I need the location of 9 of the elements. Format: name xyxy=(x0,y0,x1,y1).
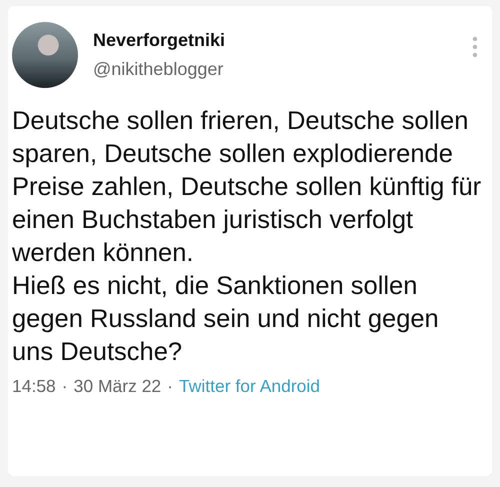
tweet-text: Deutsche sollen frieren, Deutsche sollen sparen, Deutsche sollen explodierende Preise zahlen, Deutsche sollen künftig für einen Buchstaben juristisch verfolgt werden können. xyxy=(12,106,482,269)
separator: · xyxy=(62,376,68,397)
author-name[interactable]: Neverforgetniki xyxy=(93,30,472,51)
tweet-date: 30 März 22 xyxy=(74,376,162,397)
source-link[interactable]: Twitter for Android xyxy=(179,376,320,397)
separator: · xyxy=(167,376,173,397)
tweet-time: 14:58 xyxy=(12,376,56,397)
tweet-text: Hieß es nicht, die Sanktionen sollen gegen Russland sein und nicht gegen uns Deutsche? xyxy=(12,271,440,368)
author-handle[interactable]: @nikitheblogger xyxy=(93,59,472,80)
